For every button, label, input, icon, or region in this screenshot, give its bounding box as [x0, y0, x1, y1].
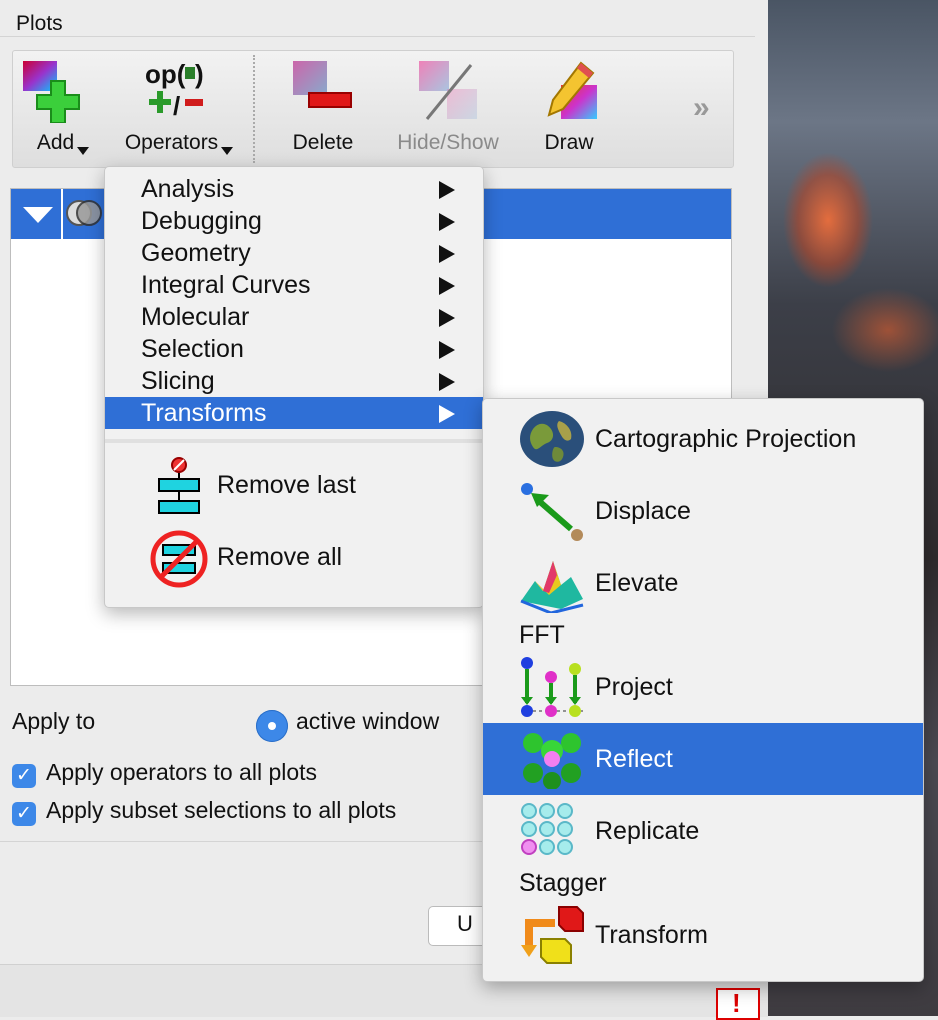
menu-item-remove-all[interactable]: Remove all: [105, 523, 483, 595]
menu-item-elevate[interactable]: Elevate: [483, 547, 923, 619]
submenu-arrow-icon: [439, 373, 455, 391]
menu-item-label: Replicate: [595, 817, 700, 845]
svg-text:/: /: [173, 91, 180, 121]
active-window-label: active window: [296, 708, 440, 734]
operators-button[interactable]: op( ) / Operators: [117, 51, 241, 167]
warning-icon[interactable]: !: [716, 988, 760, 1020]
remove-all-icon: [150, 530, 208, 588]
delete-button[interactable]: Delete: [275, 51, 371, 167]
menu-item-stagger[interactable]: Stagger: [519, 869, 607, 898]
submenu-arrow-icon: [439, 405, 455, 423]
menu-item-selection[interactable]: Selection: [105, 333, 483, 365]
menu-item-label: Reflect: [595, 745, 673, 773]
panel-title: Plots: [16, 12, 63, 35]
svg-text:): ): [195, 59, 204, 89]
menu-item-fft[interactable]: FFT: [519, 621, 565, 650]
submenu-arrow-icon: [439, 309, 455, 327]
plots-toolbar: Add op( ) / Operators Delete Hide/Show D…: [12, 50, 734, 168]
displace-arrow-icon: [521, 483, 583, 541]
menu-item-label: Elevate: [595, 569, 679, 597]
menu-item-integral-curves[interactable]: Integral Curves: [105, 269, 483, 301]
draw-pencil-icon: [547, 61, 597, 119]
transform-cubes-icon: [521, 906, 584, 964]
menu-item-transform[interactable]: Transform: [483, 899, 923, 971]
submenu-arrow-icon: [439, 213, 455, 231]
menu-separator: [105, 439, 483, 443]
menu-item-project[interactable]: Project: [483, 651, 923, 723]
toolbar-overflow-icon[interactable]: »: [693, 91, 710, 125]
remove-all-label: Remove all: [217, 543, 343, 571]
svg-text:op(: op(: [145, 59, 186, 89]
delete-icon: [293, 61, 352, 108]
menu-item-reflect[interactable]: Reflect: [483, 723, 923, 795]
menu-item-cartographic-projection[interactable]: Cartographic Projection: [483, 403, 923, 475]
hide-show-label: Hide/Show: [397, 131, 499, 154]
menu-item-label: Molecular: [141, 303, 250, 331]
checkmark-icon: ✓: [16, 765, 32, 786]
apply-to-label: Apply to: [12, 708, 96, 734]
add-label: Add: [36, 131, 75, 154]
chevron-down-icon: [23, 207, 53, 223]
apply-operators-checkbox[interactable]: ✓: [12, 764, 36, 788]
add-plot-icon: [23, 61, 80, 123]
operators-icon: op( ) /: [145, 59, 204, 121]
draw-label: Draw: [544, 131, 594, 154]
submenu-arrow-icon: [439, 245, 455, 263]
remove-last-label: Remove last: [217, 471, 356, 499]
delete-label: Delete: [292, 131, 354, 154]
menu-item-slicing[interactable]: Slicing: [105, 365, 483, 397]
submenu-arrow-icon: [439, 277, 455, 295]
menu-item-label: Transforms: [141, 399, 267, 427]
plot-type-icon: [66, 200, 102, 226]
menu-item-label: Analysis: [141, 175, 235, 203]
hide-show-button[interactable]: Hide/Show: [387, 51, 509, 167]
replicate-grid-icon: [521, 803, 573, 855]
menu-item-label: Selection: [141, 335, 244, 363]
submenu-arrow-icon: [439, 341, 455, 359]
menu-item-label: Cartographic Projection: [595, 425, 857, 453]
add-plot-button[interactable]: Add: [13, 51, 113, 167]
menu-item-debugging[interactable]: Debugging: [105, 205, 483, 237]
reflect-icon: [523, 733, 581, 789]
remove-last-icon: [158, 457, 200, 514]
menu-item-replicate[interactable]: Replicate: [483, 795, 923, 867]
active-window-radio[interactable]: [256, 710, 288, 742]
hide-show-icon: [419, 61, 477, 120]
apply-operators-label: Apply operators to all plots: [46, 759, 318, 785]
submenu-arrow-icon: [439, 181, 455, 199]
operators-menu: Analysis Debugging Geometry Integral Cur…: [104, 166, 484, 608]
menu-item-molecular[interactable]: Molecular: [105, 301, 483, 333]
menu-item-geometry[interactable]: Geometry: [105, 237, 483, 269]
menu-item-label: Debugging: [141, 207, 262, 235]
dropdown-arrow-icon: [77, 147, 90, 155]
menu-item-analysis[interactable]: Analysis: [105, 173, 483, 205]
toolbar-separator: [253, 55, 255, 163]
unpost-button-label: U: [457, 911, 473, 936]
menu-item-label: Integral Curves: [141, 271, 311, 299]
menu-item-displace[interactable]: Displace: [483, 475, 923, 547]
checkmark-icon: ✓: [16, 803, 32, 824]
menu-item-label: Project: [595, 673, 673, 701]
dropdown-arrow-icon: [221, 147, 234, 155]
menu-item-label: Geometry: [141, 239, 251, 267]
apply-subsets-checkbox[interactable]: ✓: [12, 802, 36, 826]
menu-item-label: Transform: [595, 921, 708, 949]
menu-item-label: Displace: [595, 497, 691, 525]
elevate-surface-icon: [520, 561, 584, 613]
apply-subsets-label: Apply subset selections to all plots: [46, 797, 397, 823]
globe-icon: [520, 411, 584, 467]
project-icon: [521, 657, 583, 717]
draw-button[interactable]: Draw: [523, 51, 615, 167]
menu-item-transforms[interactable]: Transforms: [105, 397, 483, 429]
operators-label: Operators: [124, 131, 219, 154]
menu-item-label: Slicing: [141, 367, 215, 395]
menu-item-remove-last[interactable]: Remove last: [105, 451, 483, 523]
transforms-submenu: Cartographic Projection Displace Elevate…: [482, 398, 924, 982]
expand-toggle[interactable]: [15, 189, 63, 239]
